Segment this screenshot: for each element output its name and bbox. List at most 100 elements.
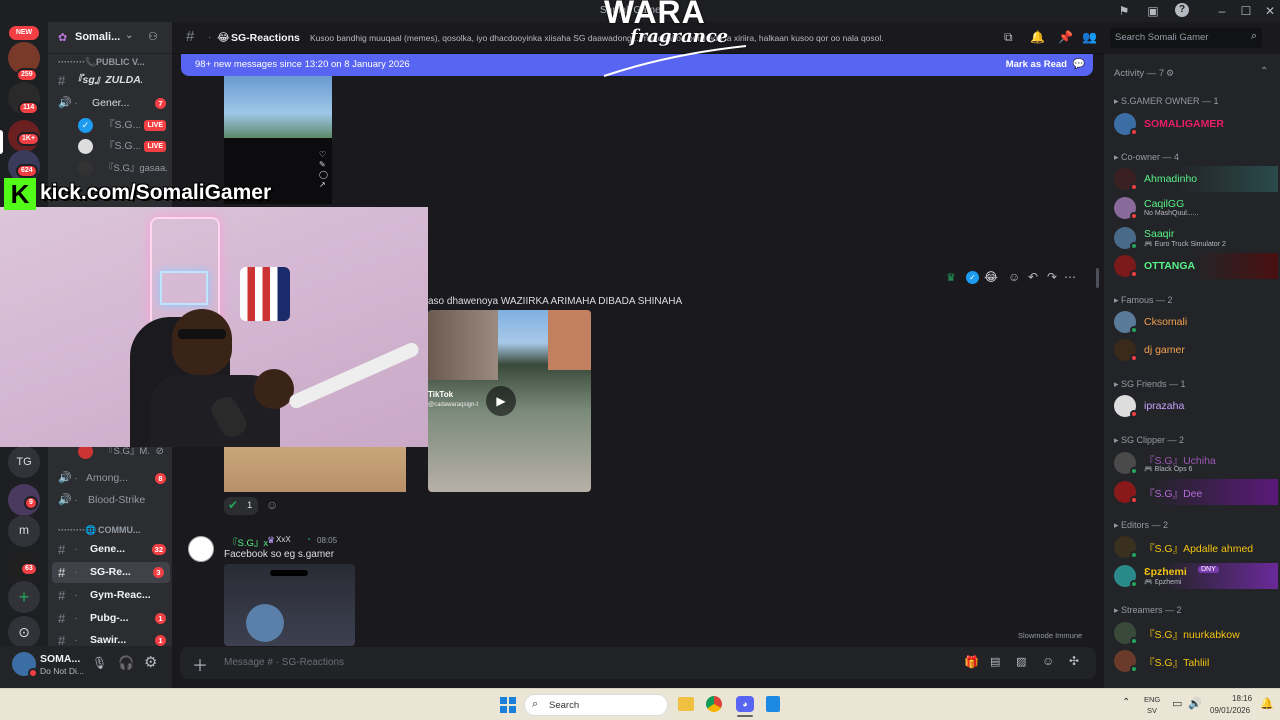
attachment-image[interactable]	[224, 76, 332, 138]
mark-as-read-button[interactable]: Mark as Read	[1006, 54, 1067, 76]
message-input[interactable]: Message # · SG-Reactions	[224, 657, 344, 668]
channel-sg-reactions[interactable]: # · SG-Re... 3	[52, 562, 170, 583]
message-text: Facebook so eg s.gamer	[224, 549, 335, 560]
member-item[interactable]: 『S.G』Uchiha 🎮 Black Ops 6	[1112, 450, 1278, 476]
member-item[interactable]: OTTANGA	[1112, 253, 1278, 279]
crown-reaction-icon[interactable]: ♛	[946, 271, 956, 284]
channel-general[interactable]: # · Gene... 32	[48, 539, 172, 560]
gift-icon[interactable]: 🎁	[964, 655, 979, 669]
category-community[interactable]: ·········🌐 COMMU...	[48, 522, 172, 538]
channel-zuldaa[interactable]: #『sg』ZULDAA...	[48, 70, 172, 91]
neon-flag	[160, 271, 208, 305]
voice-user[interactable]: 『S.G... LIVE	[48, 136, 172, 157]
add-reaction-icon[interactable]: ☺	[1008, 270, 1020, 284]
gear-icon[interactable]: ⚙	[1166, 68, 1174, 79]
laugh-emoji-icon: 😂	[217, 32, 230, 44]
close-button[interactable]: ✕	[1256, 0, 1280, 22]
member-item[interactable]: CaqilGG No MashQuul......	[1112, 195, 1278, 221]
server-icon-m[interactable]: m	[8, 515, 40, 547]
author-avatar[interactable]	[188, 536, 214, 562]
screen-share-icon[interactable]: ▣	[1145, 3, 1161, 19]
kick-url: kick.com/SomaliGamer	[40, 181, 272, 204]
discover-icon[interactable]: ⊙	[8, 616, 40, 648]
notification-icon[interactable]: 🔔	[1260, 697, 1274, 710]
add-server-icon[interactable]: +	[8, 581, 40, 613]
search-input[interactable]: Search Somali Gamer ⌕	[1110, 28, 1262, 48]
member-list-icon[interactable]: 👥	[1082, 30, 1097, 44]
sticker-icon[interactable]: ▨	[1016, 655, 1026, 668]
member-item[interactable]: dj gamer	[1112, 337, 1278, 363]
channel-sawir[interactable]: # · Sawir... 1	[48, 630, 172, 646]
windows-start-icon[interactable]	[500, 697, 516, 713]
emoji-icon[interactable]: ☺	[1042, 654, 1054, 668]
message-text: aso dhawenoya WAZIIRKA ARIMAHA DIBADA SH…	[428, 296, 683, 307]
activity-header[interactable]: Activity — 7	[1114, 68, 1164, 79]
voice-channel-blood-strike[interactable]: 🔊 · Blood-Strike	[48, 490, 172, 511]
server-icon-tg[interactable]: TG	[8, 446, 40, 478]
taskbar-search-label: Search	[549, 700, 580, 711]
member-item[interactable]: Ahmadinho	[1112, 166, 1278, 192]
language-top[interactable]: ENG	[1144, 695, 1160, 704]
discord-app-icon[interactable]: ◕	[736, 696, 754, 712]
settings-gear-icon[interactable]: ⚙	[144, 653, 157, 671]
network-icon[interactable]: ▭	[1172, 697, 1182, 710]
threads-icon[interactable]: ⧉	[1004, 30, 1013, 45]
tiktok-video[interactable]: TikTok @cadawaraqsign-t ▶	[428, 310, 591, 492]
server-name: Somali...	[75, 31, 121, 43]
voice-user[interactable]: ✓ 『S.G... LIVE	[48, 115, 172, 136]
forward-icon[interactable]: ↷	[1047, 270, 1057, 284]
more-icon[interactable]: ⋯	[1064, 270, 1076, 284]
apps-icon[interactable]: ✣	[1069, 654, 1079, 668]
clock-date[interactable]: 09/01/2026	[1210, 706, 1250, 715]
headphones-icon[interactable]: 🎧	[118, 655, 134, 671]
server-header[interactable]: ✿ Somali... ⌄ ⚇	[48, 22, 172, 54]
language-bottom[interactable]: SV	[1147, 706, 1157, 715]
attachment-screenshot[interactable]	[224, 564, 355, 646]
taskbar-search-input[interactable]: ⌕ Search	[524, 694, 668, 716]
member-item[interactable]: 『S.G』Tahliil	[1112, 648, 1278, 674]
category-public[interactable]: ·········📞 PUBLIC V...	[48, 54, 172, 70]
member-item[interactable]: Saaqir 🎮 Euro Truck Simulator 2	[1112, 225, 1278, 251]
webcam-overlay	[0, 207, 428, 447]
chrome-icon[interactable]	[706, 696, 722, 712]
sunglasses	[178, 329, 226, 339]
play-icon[interactable]: ▶	[486, 386, 516, 416]
channel-gym-reactions[interactable]: # · Gym-Reac...	[48, 585, 172, 606]
laugh-reaction-icon[interactable]: 😂	[984, 270, 998, 284]
member-item[interactable]: Ɛpzhemi DNY 🎮 Ɛpzhemi	[1112, 563, 1278, 589]
gif-icon[interactable]: ▤	[990, 655, 1000, 668]
member-item[interactable]: 『S.G』Apdalle ahmed	[1112, 534, 1278, 560]
voice-channel-general[interactable]: 🔊 · Gener... 7	[48, 93, 172, 114]
add-attachment-icon[interactable]: ＋	[192, 652, 208, 676]
member-item[interactable]: SOMALIGAMER	[1112, 111, 1278, 137]
add-reaction-icon[interactable]: ☺	[266, 498, 278, 512]
bell-icon[interactable]: 🔔	[1030, 30, 1045, 44]
scrollbar-thumb[interactable]	[1096, 268, 1099, 288]
author-name[interactable]: 『S.G』x	[228, 535, 268, 549]
reaction-pill[interactable]: ✔ 1	[224, 497, 258, 515]
member-item[interactable]: iprazaha	[1112, 393, 1278, 419]
voice-user[interactable]: 『S.G』gasaa...	[48, 158, 172, 179]
member-item[interactable]: 『S.G』Dee	[1112, 479, 1278, 505]
chevron-down-icon: ⌄	[125, 30, 134, 41]
pin-icon[interactable]: 📌	[1058, 30, 1073, 44]
help-icon[interactable]: ?	[1175, 3, 1189, 17]
inbox-icon[interactable]: ⚑	[1116, 3, 1132, 19]
voice-channel-among[interactable]: 🔊 · Among... 8	[48, 468, 172, 489]
microphone-icon[interactable]: 🎙	[92, 656, 107, 670]
mention-badge: 63	[20, 562, 38, 576]
member-item[interactable]: 『S.G』nuurkabkow	[1112, 620, 1278, 646]
calculator-icon[interactable]	[766, 696, 780, 712]
channel-pubg[interactable]: # · Pubg-... 1	[48, 608, 172, 629]
file-explorer-icon[interactable]	[678, 697, 694, 711]
volume-icon[interactable]: 🔊	[1188, 697, 1202, 710]
chevron-up-icon[interactable]: ⌃	[1260, 66, 1268, 77]
verified-reaction-icon[interactable]: ✓	[966, 271, 979, 284]
tiktok-user: @cadawaraqsign-t	[428, 402, 479, 408]
add-member-icon[interactable]: ⚇	[148, 30, 158, 43]
chevron-up-icon[interactable]: ⌃	[1122, 697, 1130, 708]
attachment-image[interactable]	[224, 447, 406, 492]
member-item[interactable]: Cksomali	[1112, 309, 1278, 335]
clock-time[interactable]: 18:16	[1232, 694, 1252, 703]
reply-icon[interactable]: ↶	[1028, 270, 1038, 284]
